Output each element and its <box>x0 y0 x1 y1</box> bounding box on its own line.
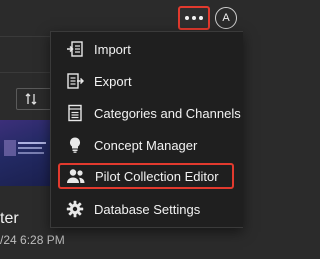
gear-icon <box>65 199 85 219</box>
more-options-menu: Import Export Categories and Channels Co… <box>50 31 243 228</box>
menu-item-pilot-collection-editor[interactable]: Pilot Collection Editor <box>58 163 234 189</box>
export-icon <box>65 71 85 91</box>
avatar-initial: A <box>222 12 230 24</box>
menu-item-label: Database Settings <box>94 201 201 217</box>
more-options-button[interactable] <box>178 6 210 30</box>
menu-item-label: Import <box>94 41 131 57</box>
menu-item-label: Categories and Channels <box>94 105 241 121</box>
lightbulb-icon <box>65 135 85 155</box>
menu-item-database-settings[interactable]: Database Settings <box>57 196 242 222</box>
card-date: /24 6:28 PM <box>0 233 65 247</box>
menu-item-export[interactable]: Export <box>57 68 242 94</box>
card-title: ter <box>0 210 19 227</box>
sort-icon <box>25 93 37 105</box>
menu-item-categories-and-channels[interactable]: Categories and Channels <box>57 100 242 126</box>
categories-icon <box>65 103 85 123</box>
menu-item-concept-manager[interactable]: Concept Manager <box>57 132 242 158</box>
avatar[interactable]: A <box>215 7 237 29</box>
menu-item-label: Concept Manager <box>94 137 198 153</box>
menu-item-label: Pilot Collection Editor <box>95 168 219 184</box>
menu-item-import[interactable]: Import <box>57 36 242 62</box>
users-icon <box>66 166 86 186</box>
more-horizontal-icon <box>185 16 203 20</box>
collection-thumbnail[interactable] <box>0 120 54 186</box>
import-icon <box>65 39 85 59</box>
menu-item-label: Export <box>94 73 132 89</box>
